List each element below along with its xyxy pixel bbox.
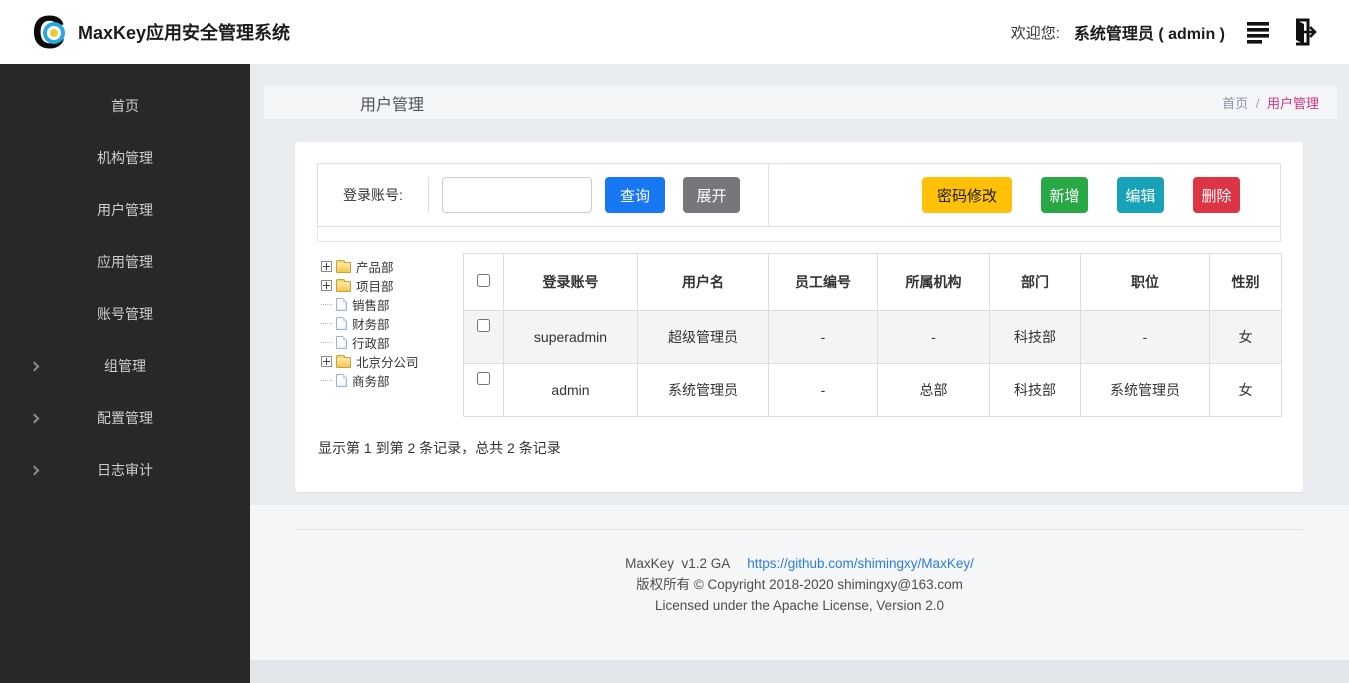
table-row-admin[interactable]: admin 系统管理员 - 总部 科技部 系统管理员 女 [464, 364, 1282, 417]
login-account-label: 登录账号: [318, 185, 428, 205]
row-checkbox[interactable] [477, 319, 490, 332]
page-title-bar: 用户管理 首页 / 用户管理 [264, 86, 1337, 119]
bottom-strip [250, 660, 1349, 683]
column-header: 职位 [1081, 254, 1210, 311]
logout-icon[interactable] [1283, 12, 1321, 52]
app-title: MaxKey应用安全管理系统 [78, 19, 290, 45]
chevron-right-icon [30, 362, 40, 372]
app-window: C MaxKey应用安全管理系统 欢迎您: 系统管理员 ( admin ) [0, 0, 1349, 683]
users-table: 登录账号 用户名 员工编号 所属机构 部门 职位 性别 [463, 253, 1282, 417]
tree-node-business-dept[interactable]: 商务部 [321, 371, 463, 390]
file-icon [336, 298, 347, 311]
footer-copyright: 版权所有 © Copyright 2018-2020 shimingxy@163… [250, 574, 1349, 595]
delete-button[interactable]: 删除 [1193, 177, 1240, 213]
change-password-button[interactable]: 密码修改 [922, 177, 1012, 213]
tree-expand-icon[interactable] [321, 280, 332, 291]
sidebar-item-user-management[interactable]: 用户管理 [0, 184, 250, 236]
file-icon [336, 336, 347, 349]
sidebar-item-log-audit[interactable]: 日志审计 [0, 444, 250, 496]
github-link[interactable]: https://github.com/shimingxy/MaxKey/ [747, 556, 974, 571]
row-checkbox[interactable] [477, 372, 490, 385]
current-user-label: 系统管理员 ( admin ) [1074, 20, 1225, 44]
file-icon [336, 317, 347, 330]
chevron-right-icon [30, 414, 40, 424]
column-header: 登录账号 [504, 254, 638, 311]
footer-version: MaxKey v1.2 GA [625, 556, 729, 571]
sidebar-item-org-management[interactable]: 机构管理 [0, 132, 250, 184]
select-all-checkbox[interactable] [477, 274, 490, 287]
column-header: 部门 [990, 254, 1081, 311]
record-summary: 显示第 1 到第 2 条记录，总共 2 条记录 [317, 438, 1281, 458]
folder-icon [336, 262, 351, 273]
footer-text: MaxKey v1.2 GA https://github.com/shimin… [250, 553, 1349, 616]
column-header: 员工编号 [769, 254, 878, 311]
sidebar-item-config-management[interactable]: 配置管理 [0, 392, 250, 444]
welcome-label: 欢迎您: [1011, 22, 1060, 43]
org-tree: 产品部 项目部 销售部 [317, 253, 463, 417]
sidebar: 首页 机构管理 用户管理 应用管理 账号管理 组管理 配置管理 日志审计 [0, 64, 250, 683]
top-header: C MaxKey应用安全管理系统 欢迎您: 系统管理员 ( admin ) [0, 0, 1349, 64]
tree-expand-icon[interactable] [321, 261, 332, 272]
edit-button[interactable]: 编辑 [1117, 177, 1164, 213]
file-icon [336, 374, 347, 387]
query-button[interactable]: 查询 [605, 177, 665, 213]
tree-node-beijing-branch[interactable]: 北京分公司 [321, 352, 463, 371]
expand-button[interactable]: 展开 [683, 177, 740, 213]
table-toolbar-strip [317, 227, 1281, 242]
tree-node-sales-dept[interactable]: 销售部 [321, 295, 463, 314]
folder-icon [336, 357, 351, 368]
column-header: 用户名 [638, 254, 769, 311]
page-title: 用户管理 [360, 91, 424, 115]
tree-node-admin-dept[interactable]: 行政部 [321, 333, 463, 352]
breadcrumb-separator: / [1256, 96, 1260, 111]
footer-divider [295, 529, 1303, 530]
column-header: 所属机构 [878, 254, 990, 311]
tree-node-project-dept[interactable]: 项目部 [321, 276, 463, 295]
menu-list-icon[interactable] [1241, 12, 1279, 52]
sidebar-item-app-management[interactable]: 应用管理 [0, 236, 250, 288]
maxkey-logo-icon: C [32, 9, 76, 55]
table-header-row: 登录账号 用户名 员工编号 所属机构 部门 职位 性别 [464, 254, 1282, 311]
footer-section: MaxKey v1.2 GA https://github.com/shimin… [250, 505, 1349, 660]
column-header: 性别 [1210, 254, 1282, 311]
login-account-input[interactable] [442, 177, 592, 213]
tree-node-finance-dept[interactable]: 财务部 [321, 314, 463, 333]
search-toolbar: 登录账号: 查询 展开 密码修改 新增 编辑 删除 [317, 163, 1281, 227]
footer-license: Licensed under the Apache License, Versi… [250, 595, 1349, 616]
select-all-cell [464, 254, 504, 311]
folder-icon [336, 281, 351, 292]
chevron-right-icon [30, 466, 40, 476]
breadcrumb-home-link[interactable]: 首页 [1222, 96, 1248, 111]
sidebar-item-account-management[interactable]: 账号管理 [0, 288, 250, 340]
sidebar-item-group-management[interactable]: 组管理 [0, 340, 250, 392]
tree-expand-icon[interactable] [321, 356, 332, 367]
main-content: 用户管理 首页 / 用户管理 登录账号: 查询 展开 [250, 64, 1349, 683]
table-row-superadmin[interactable]: superadmin 超级管理员 - - 科技部 - 女 [464, 311, 1282, 364]
sidebar-item-home[interactable]: 首页 [0, 80, 250, 132]
tree-node-product-dept[interactable]: 产品部 [321, 257, 463, 276]
breadcrumb: 首页 / 用户管理 [1222, 93, 1319, 112]
user-management-card: 登录账号: 查询 展开 密码修改 新增 编辑 删除 [295, 142, 1303, 492]
breadcrumb-current: 用户管理 [1267, 96, 1319, 111]
add-button[interactable]: 新增 [1041, 177, 1088, 213]
